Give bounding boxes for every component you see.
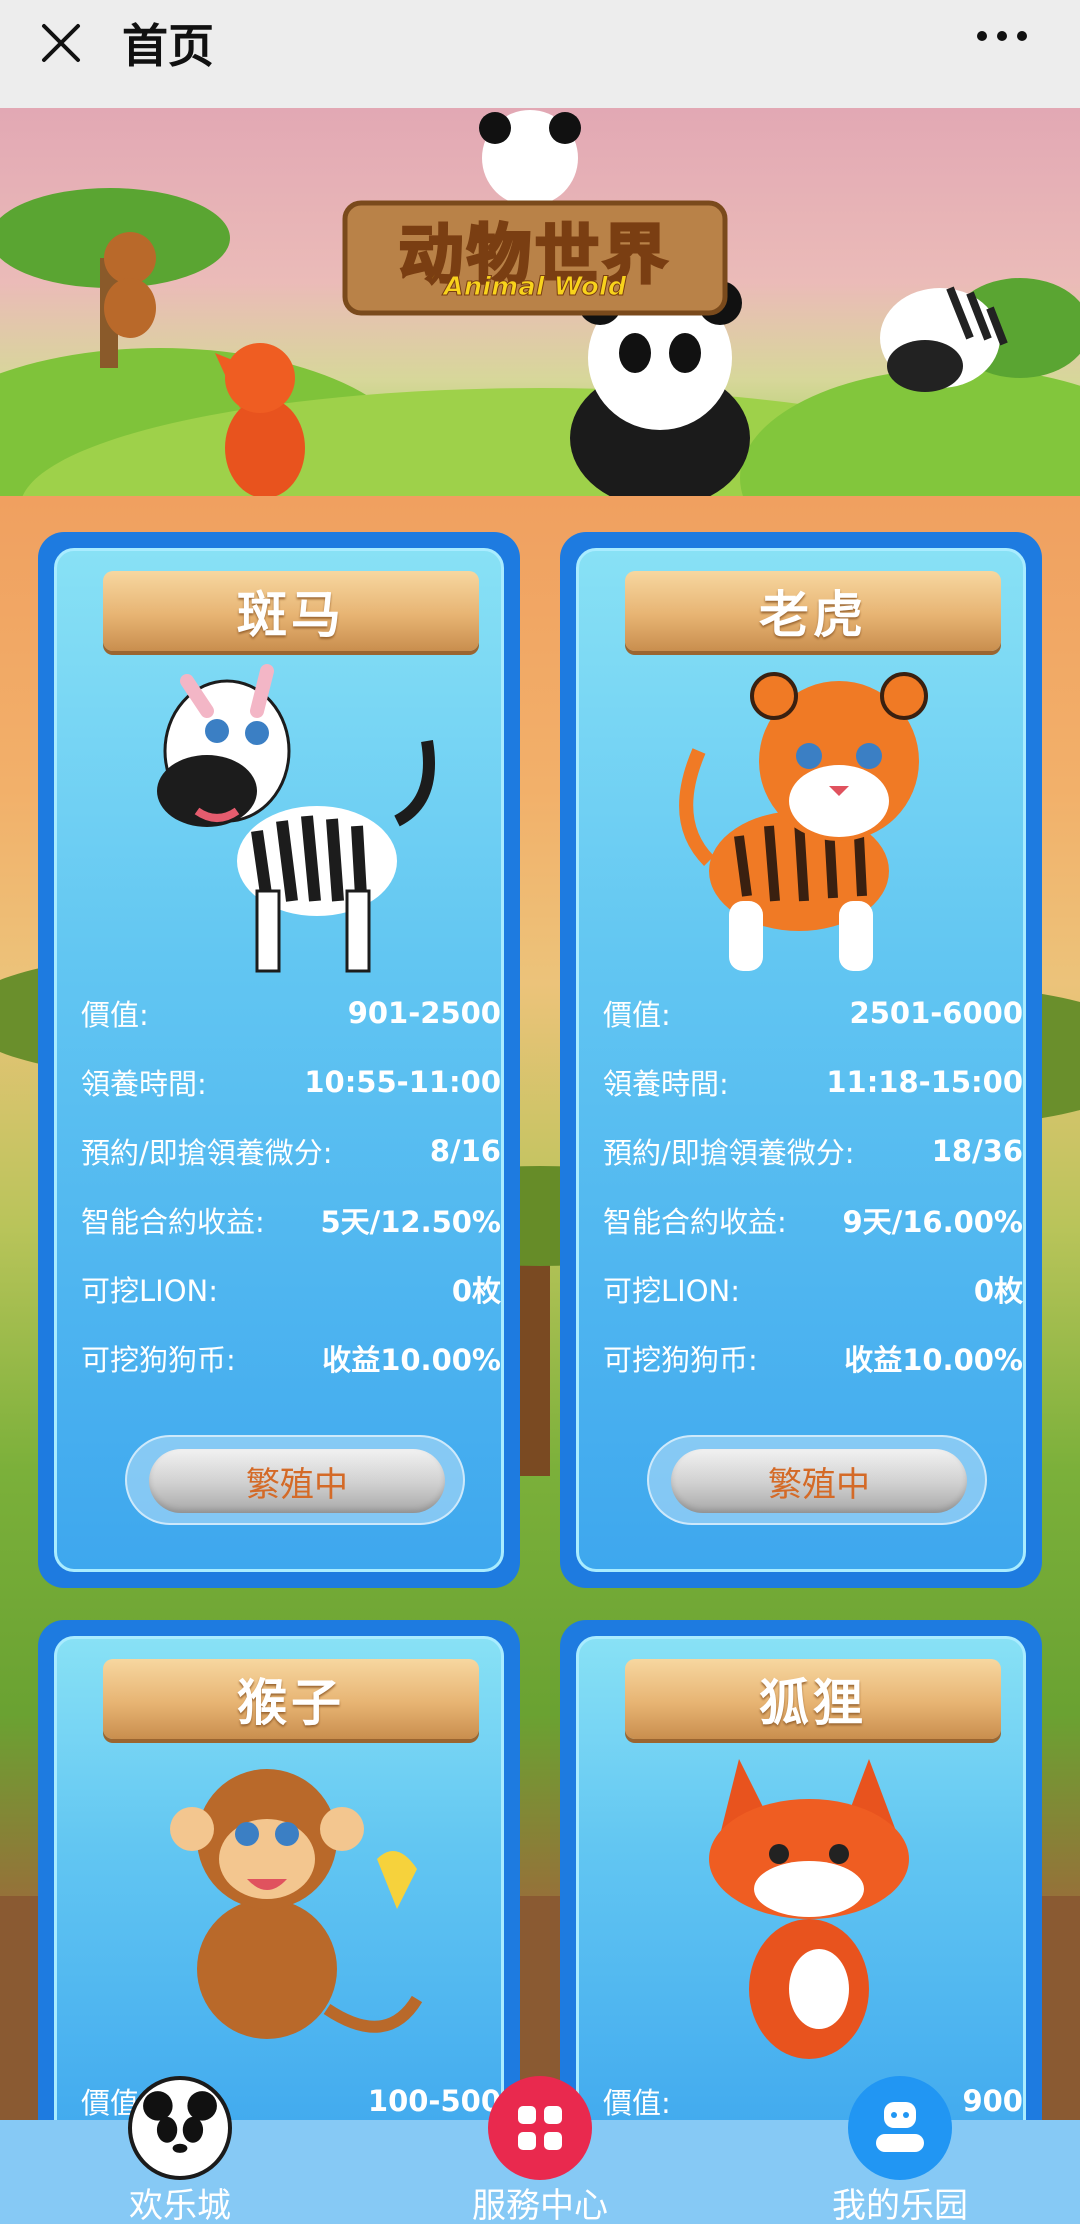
stat-number: 0枚 [973,1274,1023,1308]
fox-image [709,1759,909,2059]
stat-number: 5天/12.50% [320,1205,501,1239]
stat-label: 可挖LION: [81,1274,218,1308]
animal-name: 狐狸 [759,1674,867,1732]
stat-label: 預約/即搶領養微分: [603,1136,855,1170]
nav-item-my-park[interactable]: 我的乐园 [750,2076,1050,2224]
nav-item-fun-city[interactable]: 欢乐城 [30,2076,330,2224]
stat-number: 100-500 [367,2084,501,2118]
stat-number: 2501-6000 [849,996,1023,1030]
card-body: 猴子 價值: 100-500 [54,1636,504,2120]
bottom-nav: 欢乐城 服務中心 我的乐园 [0,2076,1080,2224]
nav-label: 服務中心 [472,2186,608,2224]
animal-list: 斑马 價值: 901-2500 領養時間: 10:55-11:00 預約/即搶領… [0,496,1080,2120]
stat-label: 可挖狗狗币: [81,1343,236,1377]
stat-dog: 可挖狗狗币: 收益10.00% [603,1336,1023,1380]
card-title-plank: 斑马 [103,571,479,651]
stat-dog: 可挖狗狗币: 收益10.00% [81,1336,501,1380]
stat-contract: 智能合約收益: 5天/12.50% [81,1198,501,1242]
stat-adopt-time: 領養時間: 10:55-11:00 [81,1060,501,1104]
stat-label: 可挖LION: [603,1274,740,1308]
tiger-image [679,672,928,971]
stat-number: 9天/16.00% [842,1205,1023,1239]
logo-subtitle: Animal Wold [443,272,627,303]
stat-label: 價值: [603,2086,671,2120]
card-body: 老虎 價值: 2501-6000 領養時間: 11:18-15:00 預約/即搶… [576,548,1026,1572]
grid-icon [488,2076,592,2180]
stat-contract: 智能合約收益: 9天/16.00% [603,1198,1023,1242]
monkey-image [170,1769,423,2039]
breeding-button[interactable]: 繁殖中 [125,1435,465,1525]
close-icon[interactable] [36,18,86,68]
card-title-plank: 狐狸 [625,1659,1001,1739]
zebra-image [157,664,435,973]
stat-value: 價值: 901-2500 [81,991,501,1035]
animal-card: 斑马 價值: 901-2500 領養時間: 10:55-11:00 預約/即搶領… [38,532,520,1588]
stat-value: 價值: 900 [603,2079,1023,2120]
card-title-plank: 老虎 [625,571,1001,651]
stat-lion: 可挖LION: 0枚 [81,1267,501,1311]
stat-label: 價值: [603,998,671,1032]
user-icon [848,2076,952,2180]
animal-card: 狐狸 價值: 900 [560,1620,1042,2120]
stat-label: 領養時間: [81,1067,207,1101]
animal-name: 猴子 [237,1674,345,1732]
breeding-label: 繁殖中 [149,1449,445,1513]
stat-value: 價值: 2501-6000 [603,991,1023,1035]
breeding-button[interactable]: 繁殖中 [647,1435,987,1525]
stat-label: 可挖狗狗币: [603,1343,758,1377]
stat-number: 901-2500 [347,996,501,1030]
card-title-plank: 猴子 [103,1659,479,1739]
top-bar: 首页 [0,0,1080,108]
animal-card: 猴子 價值: 100-500 [38,1620,520,2120]
stat-lion: 可挖LION: 0枚 [603,1267,1023,1311]
stat-number: 0枚 [451,1274,501,1308]
stat-label: 智能合約收益: [603,1205,787,1239]
nav-label: 我的乐园 [832,2186,968,2224]
card-body: 狐狸 價值: 900 [576,1636,1026,2120]
logo: 动物世界 Animal Wold [340,200,730,318]
stat-label: 領養時間: [603,1067,729,1101]
stat-number: 11:18-15:00 [826,1065,1023,1099]
banner: 动物世界 Animal Wold [0,108,1080,496]
stat-number: 10:55-11:00 [304,1065,501,1099]
animal-name: 老虎 [759,586,867,644]
card-body: 斑马 價值: 901-2500 領養時間: 10:55-11:00 預約/即搶領… [54,548,504,1572]
page-title: 首页 [122,19,214,73]
stat-number: 收益10.00% [844,1343,1023,1377]
stat-reserve: 預約/即搶領養微分: 18/36 [603,1129,1023,1173]
stat-number: 900 [962,2084,1023,2118]
stat-reserve: 預約/即搶領養微分: 8/16 [81,1129,501,1173]
more-icon[interactable] [972,16,1032,56]
nav-label: 欢乐城 [129,2186,231,2224]
animal-name: 斑马 [237,586,345,644]
stat-number: 8/16 [429,1134,501,1168]
stat-adopt-time: 領養時間: 11:18-15:00 [603,1060,1023,1104]
stat-number: 收益10.00% [322,1343,501,1377]
breeding-label: 繁殖中 [671,1449,967,1513]
animal-card: 老虎 價值: 2501-6000 領養時間: 11:18-15:00 預約/即搶… [560,532,1042,1588]
stat-label: 預約/即搶領養微分: [81,1136,333,1170]
stat-label: 價值: [81,998,149,1032]
stat-number: 18/36 [931,1134,1023,1168]
panda-icon [128,2076,232,2180]
nav-item-service-center[interactable]: 服務中心 [390,2076,690,2224]
stat-label: 智能合約收益: [81,1205,265,1239]
